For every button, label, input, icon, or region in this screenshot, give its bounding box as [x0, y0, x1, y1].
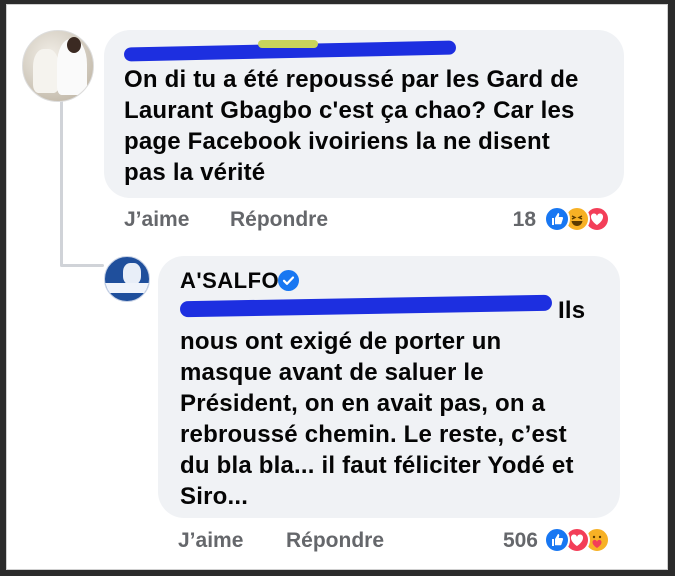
comment-text: On di tu a été repoussé par les Gard de …: [124, 66, 579, 186]
reply-text: Ils nous ont exigé de porter un masque a…: [180, 297, 586, 510]
reaction-count[interactable]: 18: [490, 208, 536, 232]
reply-button[interactable]: Répondre: [230, 208, 328, 232]
avatar[interactable]: [22, 30, 94, 102]
thread-connector-branch: [60, 264, 104, 267]
like-button[interactable]: J’aime: [178, 529, 243, 553]
reaction-count[interactable]: 506: [480, 529, 538, 553]
like-icon: [544, 206, 570, 232]
thread-connector: [60, 96, 63, 266]
avatar[interactable]: [104, 256, 150, 302]
like-button[interactable]: J’aime: [124, 208, 189, 232]
highlight-mark: [258, 40, 318, 48]
reply-author-name[interactable]: A'SALFO: [180, 268, 279, 294]
reply-button[interactable]: Répondre: [286, 529, 384, 553]
like-icon: [544, 527, 570, 553]
verified-badge-icon: [278, 270, 299, 291]
